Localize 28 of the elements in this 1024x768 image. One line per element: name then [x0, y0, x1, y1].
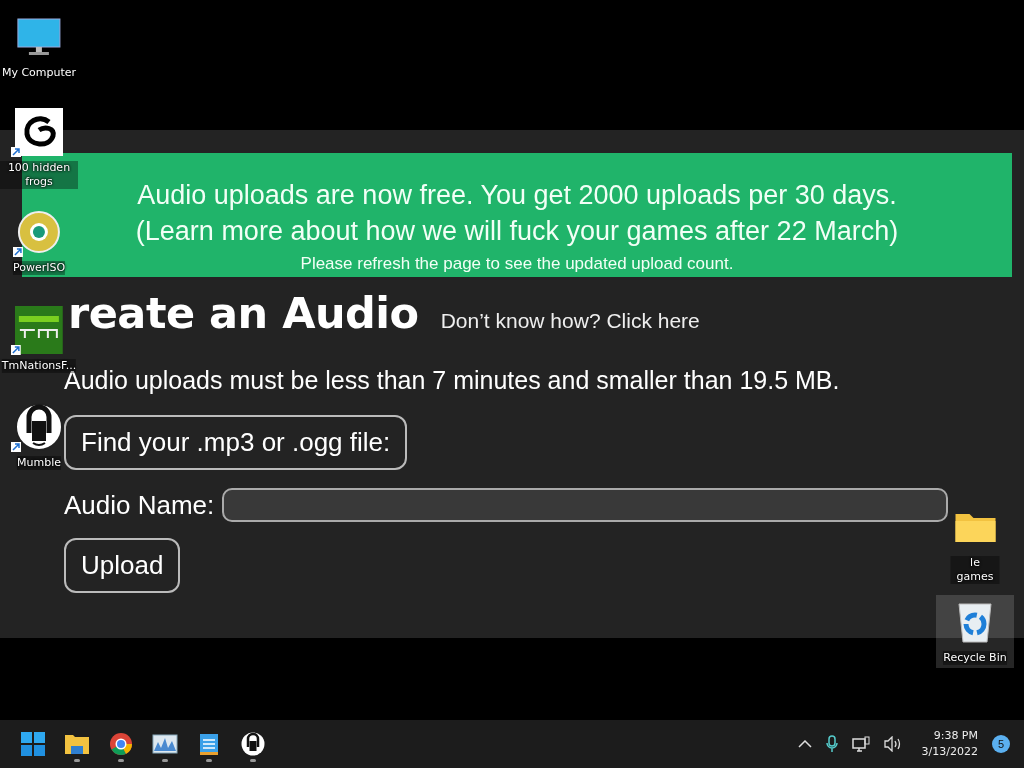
upload-button[interactable]: Upload: [64, 538, 181, 593]
audio-name-field[interactable]: [222, 488, 949, 522]
notepad-icon[interactable]: [199, 732, 219, 756]
banner-text: (Learn more about how we will fuck your games after 22 March): [135, 215, 899, 248]
game-logo-icon: [15, 306, 63, 354]
notification-badge[interactable]: 5: [992, 735, 1010, 753]
help-link[interactable]: Don’t know how? Click here: [440, 309, 700, 333]
network-icon[interactable]: [851, 736, 870, 752]
folder-icon[interactable]: [64, 733, 90, 755]
chevron-up-icon[interactable]: [797, 740, 812, 748]
browser-icon[interactable]: [109, 732, 133, 756]
clock-date[interactable]: 3/13/2022: [921, 744, 978, 760]
audio-name-label: Audio Name:: [64, 489, 215, 521]
clock-time[interactable]: 9:38 PM: [933, 728, 978, 744]
swirl-icon: [15, 108, 63, 156]
disc-icon: [17, 210, 61, 254]
banner-text: Audio uploads are now free. You get 2000 uploads per 30 days.: [137, 179, 897, 212]
headset-icon[interactable]: [241, 732, 265, 756]
desktop-icon[interactable]: Recycle Bin: [936, 595, 1014, 668]
graph-monitor-icon[interactable]: [152, 734, 178, 754]
volume-icon[interactable]: [883, 736, 902, 752]
microphone-icon[interactable]: [825, 735, 838, 753]
file-picker-button[interactable]: Find your .mp3 or .ogg file:: [64, 415, 408, 470]
recycle-bin-icon: [956, 600, 994, 644]
monitor-icon: [16, 17, 62, 57]
headset-icon: [15, 403, 63, 451]
banner-note: Please refresh the page to see the updated upload count.: [300, 253, 734, 275]
windows-start-icon[interactable]: [21, 732, 45, 756]
